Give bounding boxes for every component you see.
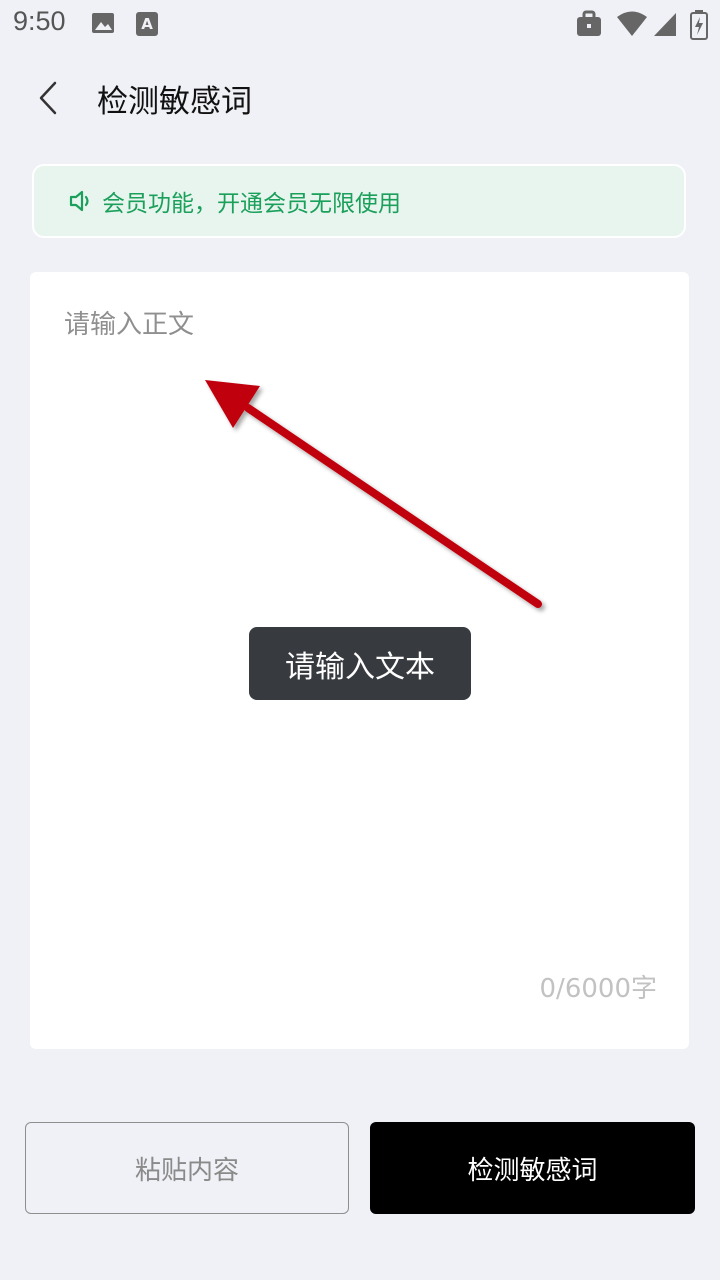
member-banner-text: 会员功能，开通会员无限使用 bbox=[102, 191, 401, 217]
char-count: 0/6000字 bbox=[539, 974, 657, 1004]
toast-message: 请输入文本 bbox=[249, 627, 471, 700]
battery-charging-icon bbox=[690, 10, 708, 40]
signal-icon bbox=[654, 13, 676, 36]
text-input[interactable] bbox=[62, 302, 660, 946]
status-time: 9:50 bbox=[13, 6, 66, 36]
paste-content-button[interactable]: 粘贴内容 bbox=[25, 1122, 349, 1214]
page-title: 检测敏感词 bbox=[97, 84, 252, 120]
status-bar: 9:50 A bbox=[0, 0, 720, 50]
member-banner[interactable]: 会员功能，开通会员无限使用 bbox=[32, 164, 686, 238]
text-icon: A bbox=[136, 12, 158, 36]
svg-text:A: A bbox=[141, 15, 153, 33]
image-icon bbox=[92, 13, 114, 33]
briefcase-icon bbox=[577, 10, 601, 36]
app-bar: 检测敏感词 bbox=[0, 60, 720, 136]
speaker-icon bbox=[68, 188, 94, 214]
detect-sensitive-words-button[interactable]: 检测敏感词 bbox=[370, 1122, 695, 1214]
back-button[interactable] bbox=[26, 70, 70, 126]
wifi-icon bbox=[617, 11, 647, 36]
chevron-left-icon bbox=[39, 81, 57, 115]
